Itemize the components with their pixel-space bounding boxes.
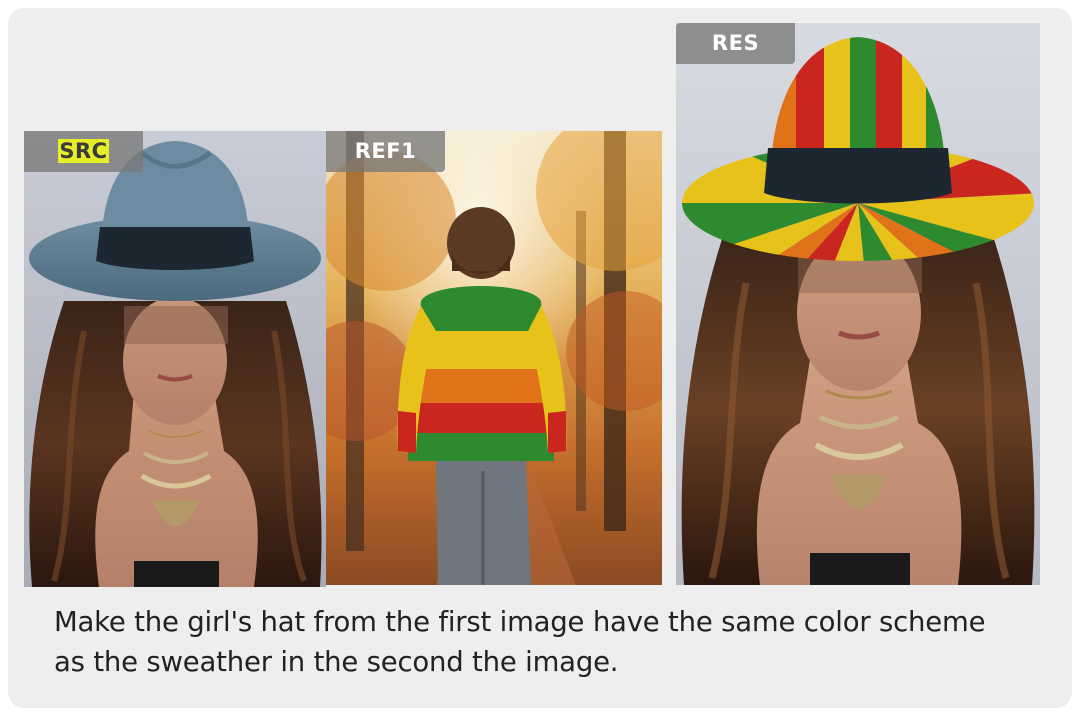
source-photo [24,131,326,587]
src-label: SRC [24,131,143,172]
instruction-text: Make the girl's hat from the first image… [54,602,1054,682]
result-photo [676,23,1040,585]
result-image: RES [676,23,1040,585]
res-label: RES [676,23,795,64]
instruction-line-2: as the sweather in the second the image. [54,646,619,678]
ref1-label: REF1 [326,131,445,172]
instruction-line-1: Make the girl's hat from the first image… [54,606,986,638]
reference-photo [326,131,662,585]
reference-image: REF1 [326,131,662,585]
source-image: SRC [24,131,326,587]
